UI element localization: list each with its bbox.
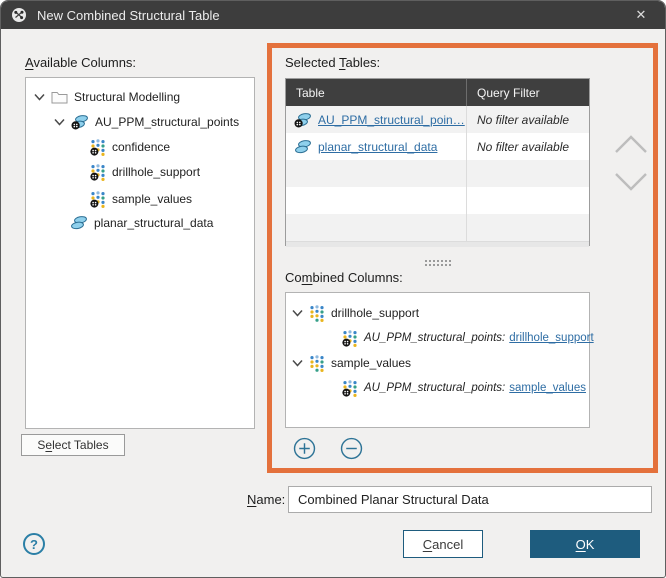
combined-columns-tree: drillhole_support AU_PPM_structural_poin… [285, 292, 590, 428]
move-down-button[interactable] [613, 171, 649, 193]
dialog-icon [11, 7, 27, 23]
table-link[interactable]: AU_PPM_structural_poin… [318, 113, 465, 127]
query-filter-cell: No filter available [467, 113, 589, 127]
tree-item-label: planar_structural_data [94, 216, 213, 230]
combined-source-row[interactable]: AU_PPM_structural_points: sample_values [342, 377, 586, 399]
combined-source-row[interactable]: AU_PPM_structural_points: drillhole_supp… [342, 327, 594, 349]
dialog-title: New Combined Structural Table [37, 8, 220, 23]
dialog-window: New Combined Structural Table ✕ Availabl… [0, 0, 666, 578]
close-icon[interactable]: ✕ [621, 1, 661, 29]
help-button[interactable]: ? [23, 533, 45, 555]
column-dots-icon [309, 305, 325, 322]
tree-item-structural-modelling[interactable]: Structural Modelling [34, 86, 180, 108]
tree-item-label: Structural Modelling [74, 90, 180, 104]
tree-item-points-table[interactable]: AU_PPM_structural_points [54, 111, 239, 133]
available-columns-label: Available Columns: [25, 55, 136, 70]
column-header-query-filter[interactable]: Query Filter [467, 79, 589, 106]
source-table-label: AU_PPM_structural_points: [364, 332, 505, 344]
table-link[interactable]: planar_structural_data [318, 140, 437, 154]
empty-table-row[interactable] [286, 214, 589, 241]
ok-button[interactable]: OK [530, 530, 640, 558]
query-filter-cell: No filter available [467, 140, 589, 154]
tree-item-column-confidence[interactable]: confidence [90, 136, 170, 158]
tree-item-label: drillhole_support [112, 165, 200, 179]
question-icon: ? [30, 537, 38, 552]
available-columns-tree: Structural Modelling AU_PPM_structural_p… [25, 77, 255, 429]
tree-item-label: AU_PPM_structural_points [95, 115, 239, 129]
grid-bottom-strip [286, 241, 589, 247]
structural-disc-badged-icon [294, 112, 312, 128]
structural-disc-icon [70, 215, 88, 231]
chevron-down-icon [613, 171, 649, 193]
structural-disc-badged-icon [71, 114, 89, 130]
expander-chevron-icon[interactable] [292, 309, 303, 317]
expander-chevron-icon[interactable] [292, 359, 303, 367]
column-dots-badged-icon [90, 164, 106, 181]
chevron-up-icon [613, 133, 649, 155]
column-dots-badged-icon [90, 139, 106, 156]
minus-icon [340, 437, 363, 460]
move-up-button[interactable] [613, 133, 649, 155]
column-dots-badged-icon [342, 330, 358, 347]
plus-icon [293, 437, 316, 460]
tree-item-label: sample_values [112, 192, 192, 206]
empty-table-row[interactable] [286, 187, 589, 214]
add-column-button[interactable] [293, 437, 316, 460]
tree-item-planar-table[interactable]: planar_structural_data [70, 212, 213, 234]
tree-item-column-drillhole-support[interactable]: drillhole_support [90, 161, 200, 183]
folder-icon [51, 90, 68, 104]
column-header-table[interactable]: Table [286, 79, 467, 106]
remove-column-button[interactable] [340, 437, 363, 460]
tree-item-column-sample-values[interactable]: sample_values [90, 188, 192, 210]
selected-tables-grid: Table Query Filter AU_PPM_structural_poi… [285, 78, 590, 246]
combined-group-drillhole-support[interactable]: drillhole_support [292, 302, 419, 324]
column-dots-icon [309, 355, 325, 372]
source-column-link[interactable]: sample_values [509, 382, 586, 394]
combined-group-label: drillhole_support [331, 306, 419, 320]
select-tables-button[interactable]: Select Tables [21, 434, 125, 456]
expander-chevron-icon[interactable] [54, 118, 65, 126]
name-input[interactable] [288, 486, 652, 513]
table-row[interactable]: AU_PPM_structural_poin… No filter availa… [286, 106, 589, 133]
selected-tables-label: Selected Tables: [285, 55, 380, 70]
name-label: Name: [247, 492, 285, 507]
column-dots-badged-icon [90, 191, 106, 208]
table-row[interactable]: planar_structural_data No filter availab… [286, 133, 589, 160]
column-dots-badged-icon [342, 380, 358, 397]
combined-columns-label: Combined Columns: [285, 270, 403, 285]
source-column-link[interactable]: drillhole_support [509, 332, 593, 344]
cancel-button[interactable]: Cancel [403, 530, 483, 558]
source-table-label: AU_PPM_structural_points: [364, 382, 505, 394]
combined-group-label: sample_values [331, 356, 411, 370]
combined-group-sample-values[interactable]: sample_values [292, 352, 411, 374]
splitter-handle[interactable] [425, 260, 451, 266]
tree-item-label: confidence [112, 140, 170, 154]
expander-chevron-icon[interactable] [34, 93, 45, 101]
empty-table-row[interactable] [286, 160, 589, 187]
grid-header: Table Query Filter [286, 79, 589, 106]
title-bar[interactable]: New Combined Structural Table ✕ [1, 1, 665, 29]
structural-disc-icon [294, 139, 312, 155]
